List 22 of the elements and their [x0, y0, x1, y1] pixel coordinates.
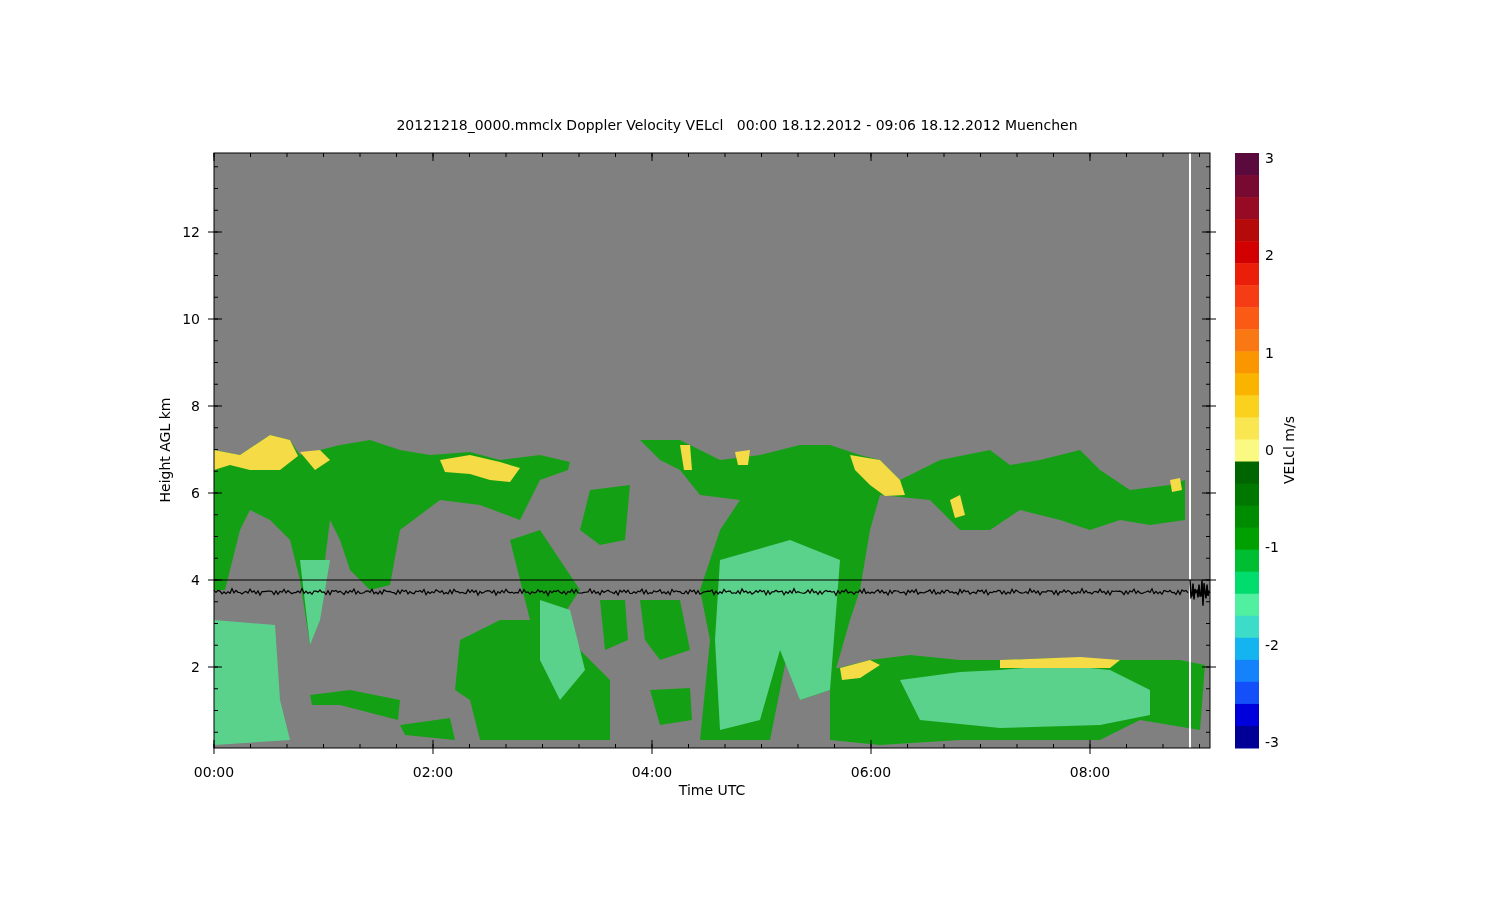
- x-tick-label: 02:00: [412, 764, 454, 780]
- colorbar-tick-label: 0: [1265, 442, 1274, 458]
- colorbar-tick-label: -2: [1265, 636, 1279, 653]
- y-tick-label: 10: [182, 311, 200, 327]
- y-tick-label: 6: [191, 485, 200, 501]
- colorbar-tick-label: -1: [1265, 539, 1279, 556]
- x-tick-label: 06:00: [850, 764, 892, 780]
- y-tick-label: 4: [191, 572, 200, 588]
- y-tick-label: 2: [191, 659, 200, 675]
- y-tick-label: 12: [182, 224, 200, 240]
- x-tick-label: 08:00: [1069, 764, 1111, 780]
- colorbar-tick-label: 2: [1265, 247, 1274, 264]
- colorbar-tick-label: 1: [1265, 344, 1274, 361]
- x-axis-label: Time UTC: [678, 782, 746, 798]
- chart-title: 20121218_0000.mmclx Doppler Velocity VELcl 00:00 18.12.2012 - 09:06 18.12.2012 Muenchen: [396, 117, 1078, 133]
- x-tick-label: 00:00: [193, 764, 235, 780]
- x-tick-label: 04:00: [631, 764, 673, 780]
- colorbar-tick-label: -3: [1265, 734, 1279, 750]
- colorbar-label: VELcl m/s: [1281, 416, 1297, 484]
- y-axis-label: Height AGL km: [157, 397, 173, 503]
- y-tick-label: 8: [191, 398, 200, 414]
- colorbar-tick-label: 3: [1265, 150, 1274, 166]
